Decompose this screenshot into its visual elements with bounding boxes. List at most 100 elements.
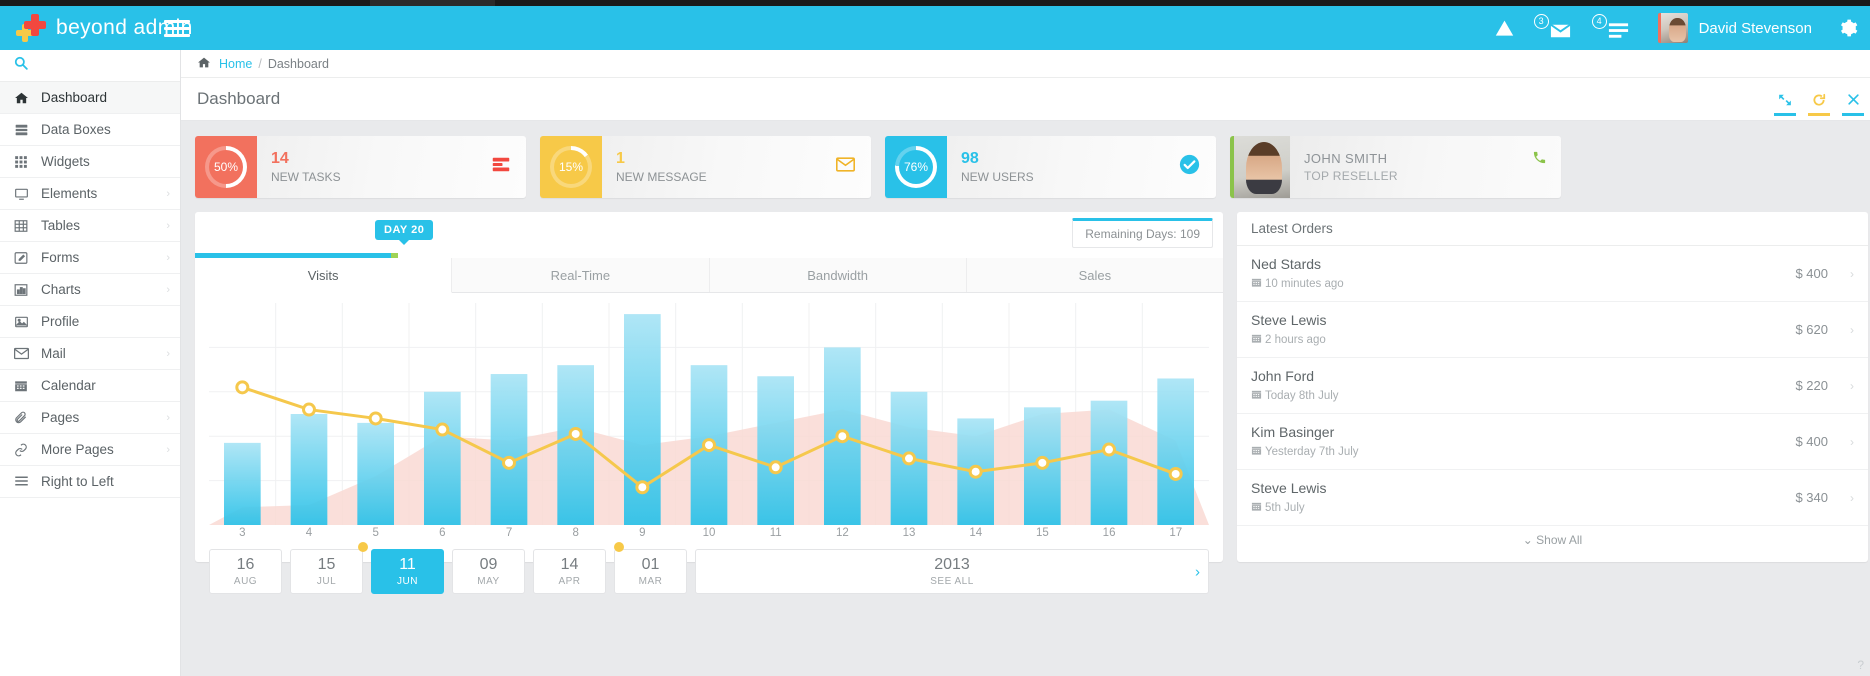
order-customer: John Ford	[1251, 368, 1315, 384]
chart-bar	[1157, 378, 1194, 525]
warning-icon[interactable]	[1481, 6, 1528, 50]
date-button-jun[interactable]: 11 JUN	[371, 549, 444, 594]
stat-progress-square: 15%	[540, 136, 602, 198]
reseller-subtitle: TOP RESELLER	[1304, 169, 1398, 183]
top-reseller-card[interactable]: JOHN SMITH TOP RESELLER	[1230, 136, 1561, 198]
stat-number: 98	[961, 150, 979, 167]
sidebar-item-tables[interactable]: Tables ›	[0, 210, 180, 242]
date-day: 09	[479, 556, 498, 573]
date-button-may[interactable]: 09 MAY	[452, 549, 525, 594]
stat-card-new-message[interactable]: 15% 1 NEW MESSAGE	[540, 136, 871, 198]
top-navbar: beyond admin 3 4 David Stevenson	[0, 6, 1870, 50]
house-icon	[197, 56, 211, 72]
sidebar-item-mail[interactable]: Mail ›	[0, 338, 180, 370]
phone-icon[interactable]	[1532, 150, 1547, 170]
visits-chart	[209, 303, 1209, 525]
chart-point	[1035, 455, 1050, 470]
search-input[interactable]	[0, 50, 180, 82]
date-button-apr[interactable]: 14 APR	[533, 549, 606, 594]
refresh-icon[interactable]	[1802, 78, 1836, 121]
sidebar-item-label: Mail	[41, 346, 66, 361]
hamburger-icon[interactable]	[164, 16, 190, 41]
order-row[interactable]: Kim Basinger Yesterday 7th July $ 400 ›	[1237, 414, 1868, 470]
close-icon[interactable]	[1836, 78, 1870, 121]
help-icon[interactable]: ?	[1857, 658, 1864, 672]
day-badge: DAY 20	[375, 220, 434, 245]
see-all-button[interactable]: 2013 SEE ALL ›	[695, 549, 1209, 594]
chart-point	[368, 411, 383, 426]
sidebar-item-data-boxes[interactable]: Data Boxes	[0, 114, 180, 146]
chevron-right-icon[interactable]: ›	[1828, 435, 1854, 449]
sidebar-item-more-pages[interactable]: More Pages ›	[0, 434, 180, 466]
order-time: Yesterday 7th July	[1251, 445, 1359, 459]
tab-bandwidth[interactable]: Bandwidth	[709, 258, 967, 292]
progress-bar[interactable]	[195, 253, 1223, 258]
chart-bar	[490, 374, 528, 525]
brand-area[interactable]: beyond admin	[0, 6, 192, 50]
reseller-name: JOHN SMITH	[1304, 151, 1388, 166]
tab-sales[interactable]: Sales	[966, 258, 1223, 292]
order-info: Steve Lewis 2 hours ago	[1251, 312, 1326, 347]
show-all-button[interactable]: ⌄ Show All	[1237, 526, 1868, 554]
paperclip-icon	[14, 411, 36, 425]
stat-number: 14	[271, 150, 289, 167]
date-button-aug[interactable]: 16 AUG	[209, 549, 282, 594]
chevron-right-icon[interactable]: ›	[1828, 379, 1854, 393]
chart-point	[568, 426, 583, 441]
breadcrumb-home-link[interactable]: Home	[219, 57, 252, 71]
sidebar-item-pages[interactable]: Pages ›	[0, 402, 180, 434]
sidebar-item-label: Tables	[41, 218, 81, 233]
chart-bar	[1090, 400, 1128, 525]
stat-card-new-tasks[interactable]: 50% 14 NEW TASKS	[195, 136, 526, 198]
order-amount: $ 400	[1795, 266, 1828, 281]
sidebar-item-forms[interactable]: Forms ›	[0, 242, 180, 274]
mail-icon	[14, 347, 36, 360]
lines-icon	[14, 475, 36, 488]
messages-badge: 3	[1533, 14, 1549, 29]
chevron-right-icon[interactable]: ›	[1195, 563, 1200, 580]
sidebar-item-calendar[interactable]: Calendar	[0, 370, 180, 402]
chevron-right-icon[interactable]: ›	[1828, 491, 1854, 505]
date-month: AUG	[233, 576, 258, 587]
chevron-right-icon[interactable]: ›	[1828, 323, 1854, 337]
order-row[interactable]: Ned Stards 10 minutes ago $ 400 ›	[1237, 246, 1868, 302]
x-axis-label: 16	[1102, 527, 1116, 539]
user-menu[interactable]: David Stevenson	[1644, 6, 1826, 50]
x-axis-label: 11	[769, 527, 782, 539]
tab-label: Sales	[1078, 267, 1112, 283]
sidebar-item-profile[interactable]: Profile	[0, 306, 180, 338]
messages-button[interactable]: 3	[1528, 6, 1586, 50]
stat-card-new-users[interactable]: 76% 98 NEW USERS	[885, 136, 1216, 198]
sidebar-item-elements[interactable]: Elements ›	[0, 178, 180, 210]
order-row[interactable]: John Ford Today 8th July $ 220 ›	[1237, 358, 1868, 414]
order-row[interactable]: Steve Lewis 2 hours ago $ 620 ›	[1237, 302, 1868, 358]
tab-visits[interactable]: Visits	[195, 258, 453, 293]
x-axis-label: 13	[902, 527, 916, 539]
sidebar-item-right-to-left[interactable]: Right to Left	[0, 466, 180, 498]
latest-orders-panel: Latest Orders Ned Stards 10 minutes ago $ …	[1237, 212, 1868, 672]
order-row[interactable]: Steve Lewis 5th July $ 340 ›	[1237, 470, 1868, 526]
grid-icon	[14, 155, 36, 169]
date-button-mar[interactable]: 01 MAR	[614, 549, 687, 594]
tab-label: Visits	[307, 267, 339, 283]
stat-progress-square: 76%	[885, 136, 947, 198]
order-time-text: 10 minutes ago	[1265, 278, 1344, 290]
sidebar-item-label: Pages	[41, 410, 80, 425]
sidebar-item-charts[interactable]: Charts ›	[0, 274, 180, 306]
sidebar-item-label: Charts	[41, 282, 81, 297]
gear-icon[interactable]	[1826, 6, 1870, 50]
progress-handle[interactable]	[391, 253, 398, 258]
sidebar-item-widgets[interactable]: Widgets	[0, 146, 180, 178]
tab-real-time[interactable]: Real-Time	[452, 258, 710, 292]
reseller-text: JOHN SMITH TOP RESELLER	[1304, 151, 1398, 183]
order-customer: Ned Stards	[1251, 256, 1322, 272]
tasks-button[interactable]: 4	[1586, 6, 1644, 50]
date-button-jul[interactable]: 15 JUL	[290, 549, 363, 594]
chart-tabs: Visits Real-Time Bandwidth Sales	[195, 258, 1223, 293]
date-selector: 16 AUG 15 JUL 11 JUN 09 MAY 14 APR 01 MAR 2013 SEE AL…	[195, 539, 1223, 594]
sidebar-item-dashboard[interactable]: Dashboard	[0, 82, 180, 114]
chevron-right-icon[interactable]: ›	[1828, 267, 1854, 281]
expand-icon[interactable]	[1768, 78, 1802, 121]
day-slider[interactable]: DAY 20 Remaining Days: 109	[195, 212, 1223, 258]
breadcrumb: Home / Dashboard	[181, 50, 1870, 78]
